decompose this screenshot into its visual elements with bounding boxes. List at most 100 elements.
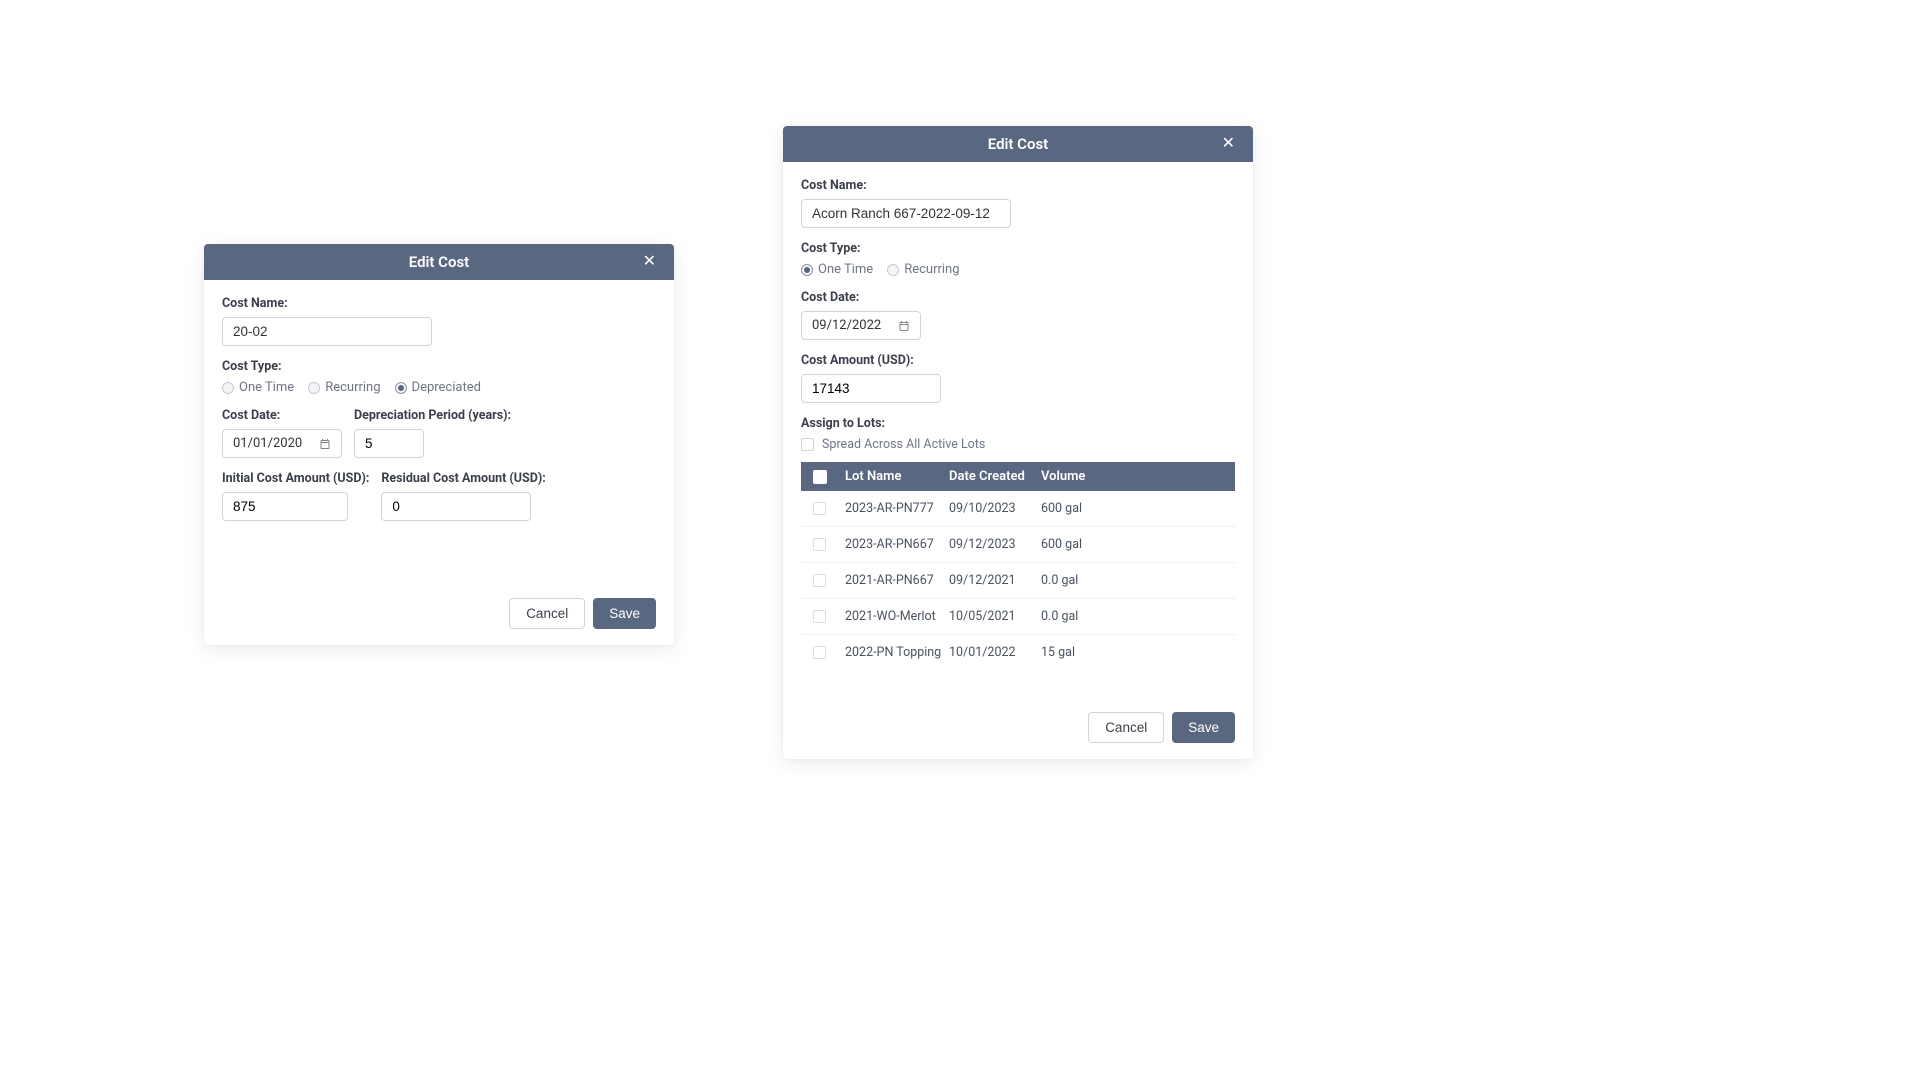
modal-body: Cost Name: Cost Type: One Time Recurring… [783,162,1253,712]
radio-label: One Time [239,380,294,395]
cost-date-group: Cost Date: 01/01/2020 [222,408,342,458]
table-row[interactable]: 2021-AR-PN667 09/12/2021 0.0 gal [801,563,1235,599]
cost-name-group: Cost Name: [801,178,1235,228]
table-row[interactable]: 2023-AR-PN777 09/10/2023 600 gal [801,491,1235,527]
cost-name-group: Cost Name: [222,296,656,346]
td-lot-name: 2021-AR-PN667 [845,573,949,588]
initial-amount-label: Initial Cost Amount (USD): [222,471,369,486]
cost-date-input[interactable]: 01/01/2020 [222,429,342,458]
cost-name-input[interactable] [801,199,1011,228]
th-date-created: Date Created [949,469,1041,484]
modal-header: Edit Cost ✕ [783,126,1253,162]
cost-name-label: Cost Name: [801,178,1235,193]
row-checkbox[interactable] [813,610,826,623]
radio-icon [222,382,234,394]
cost-type-group: Cost Type: One Time Recurring [801,241,1235,277]
td-lot-name: 2021-WO-Merlot [845,609,949,624]
spread-checkbox-row[interactable]: Spread Across All Active Lots [801,437,1235,452]
residual-amount-group: Residual Cost Amount (USD): [381,471,545,521]
cost-date-label: Cost Date: [222,408,342,423]
initial-amount-group: Initial Cost Amount (USD): [222,471,369,521]
radio-icon [395,382,407,394]
td-volume: 0.0 gal [1041,573,1223,588]
select-all-checkbox[interactable] [813,470,827,484]
cost-date-value: 01/01/2020 [233,436,302,451]
th-lot-name: Lot Name [845,469,949,484]
modal-title: Edit Cost [988,135,1048,153]
td-lot-name: 2022-PN Topping [845,645,949,660]
residual-amount-input[interactable] [381,492,531,521]
td-date-created: 09/10/2023 [949,501,1041,516]
radio-label: Recurring [904,262,959,277]
cost-amount-label: Cost Amount (USD): [801,353,1235,368]
cost-amount-group: Cost Amount (USD): [801,353,1235,403]
table-row[interactable]: 2023-AR-PN667 09/12/2023 600 gal [801,527,1235,563]
radio-label: Depreciated [412,380,481,395]
table-row[interactable]: 2022-PN Topping 10/01/2022 15 gal [801,635,1235,670]
depreciation-period-group: Depreciation Period (years): [354,408,511,458]
cost-type-label: Cost Type: [801,241,1235,256]
td-date-created: 09/12/2021 [949,573,1041,588]
row-checkbox[interactable] [813,538,826,551]
modal-header: Edit Cost ✕ [204,244,674,280]
radio-label: One Time [818,262,873,277]
td-lot-name: 2023-AR-PN667 [845,537,949,552]
cost-amount-input[interactable] [801,374,941,403]
cancel-button[interactable]: Cancel [509,598,585,629]
radio-label: Recurring [325,380,380,395]
modal-body: Cost Name: Cost Type: One Time Recurring… [204,280,674,598]
radio-depreciated[interactable]: Depreciated [395,380,481,395]
cost-type-label: Cost Type: [222,359,656,374]
cost-date-label: Cost Date: [801,290,1235,305]
td-date-created: 09/12/2023 [949,537,1041,552]
modal-footer: Cancel Save [204,598,674,645]
calendar-icon [319,438,331,450]
table-header-row: Lot Name Date Created Volume [801,462,1235,491]
edit-cost-modal-depreciated: Edit Cost ✕ Cost Name: Cost Type: One Ti… [204,244,674,645]
row-checkbox[interactable] [813,574,826,587]
depreciation-period-label: Depreciation Period (years): [354,408,511,423]
td-volume: 600 gal [1041,537,1223,552]
checkbox-icon [801,438,814,451]
save-button[interactable]: Save [1172,712,1235,743]
table-row[interactable]: 2021-WO-Merlot 10/05/2021 0.0 gal [801,599,1235,635]
cost-type-radio-group: One Time Recurring [801,262,1235,277]
td-date-created: 10/01/2022 [949,645,1041,660]
cost-type-radio-group: One Time Recurring Depreciated [222,380,656,395]
modal-title: Edit Cost [409,253,469,271]
radio-recurring[interactable]: Recurring [308,380,380,395]
close-icon: ✕ [1222,135,1235,152]
modal-footer: Cancel Save [783,712,1253,759]
td-volume: 15 gal [1041,645,1223,660]
row-checkbox[interactable] [813,502,826,515]
save-button[interactable]: Save [593,598,656,629]
cost-type-group: Cost Type: One Time Recurring Depreciate… [222,359,656,395]
row-checkbox[interactable] [813,646,826,659]
depreciation-period-input[interactable] [354,429,424,458]
cost-date-value: 09/12/2022 [812,318,881,333]
close-button[interactable]: ✕ [639,250,660,274]
cost-date-group: Cost Date: 09/12/2022 [801,290,1235,340]
residual-amount-label: Residual Cost Amount (USD): [381,471,545,486]
edit-cost-modal-onetime: Edit Cost ✕ Cost Name: Cost Type: One Ti… [783,126,1253,759]
cost-name-label: Cost Name: [222,296,656,311]
radio-recurring[interactable]: Recurring [887,262,959,277]
initial-amount-input[interactable] [222,492,348,521]
amounts-row: Initial Cost Amount (USD): Residual Cost… [222,471,656,534]
close-button[interactable]: ✕ [1218,132,1239,156]
radio-icon [308,382,320,394]
radio-icon [887,264,899,276]
cost-name-input[interactable] [222,317,432,346]
td-volume: 0.0 gal [1041,609,1223,624]
td-date-created: 10/05/2021 [949,609,1041,624]
cancel-button[interactable]: Cancel [1088,712,1164,743]
spread-label: Spread Across All Active Lots [822,437,985,452]
radio-icon [801,264,813,276]
radio-one-time[interactable]: One Time [222,380,294,395]
td-lot-name: 2023-AR-PN777 [845,501,949,516]
radio-one-time[interactable]: One Time [801,262,873,277]
date-period-row: Cost Date: 01/01/2020 Depreciation Perio… [222,408,656,471]
assign-lots-label: Assign to Lots: [801,416,1235,431]
th-volume: Volume [1041,469,1223,484]
cost-date-input[interactable]: 09/12/2022 [801,311,921,340]
